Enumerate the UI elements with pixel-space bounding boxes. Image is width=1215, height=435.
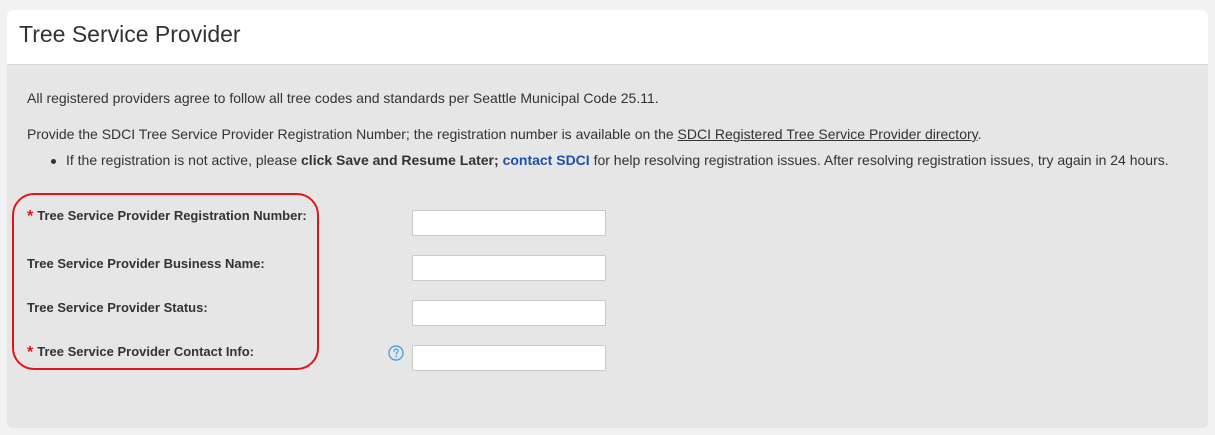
intro-text: All registered providers agree to follow… (27, 90, 659, 106)
status-label: Tree Service Provider Status: (27, 300, 208, 315)
bullet-prefix: If the registration is not active, pleas… (66, 152, 302, 168)
contact-info-input[interactable] (412, 345, 606, 371)
panel-title: Tree Service Provider (19, 21, 241, 47)
directory-link[interactable]: SDCI Registered Tree Service Provider di… (678, 126, 978, 142)
registration-number-input[interactable] (412, 210, 606, 236)
instruction-prefix: Provide the SDCI Tree Service Provider R… (27, 126, 678, 142)
instruction-text: Provide the SDCI Tree Service Provider R… (27, 126, 982, 142)
instruction-suffix: . (977, 126, 982, 142)
required-marker: * (27, 344, 34, 361)
registration-number-label-text: Tree Service Provider Registration Numbe… (37, 208, 307, 223)
tree-service-provider-panel: Tree Service Provider All registered pro… (7, 10, 1208, 428)
business-name-input[interactable] (412, 255, 606, 281)
contact-info-label: * Tree Service Provider Contact Info: (27, 343, 254, 361)
save-resume-text: click Save and Resume Later; (301, 152, 499, 168)
required-marker: * (27, 208, 34, 225)
bullet-item: If the registration is not active, pleas… (52, 152, 1169, 168)
status-input[interactable] (412, 300, 606, 326)
contact-info-label-text: Tree Service Provider Contact Info: (37, 344, 254, 359)
business-name-label: Tree Service Provider Business Name: (27, 256, 265, 271)
panel-header: Tree Service Provider (7, 10, 1208, 65)
bullet-suffix: for help resolving registration issues. … (589, 152, 1169, 168)
registration-number-label: * Tree Service Provider Registration Numb… (27, 207, 307, 225)
contact-sdci-link[interactable]: contact SDCI (503, 152, 590, 168)
question-circle-icon[interactable] (388, 345, 404, 361)
